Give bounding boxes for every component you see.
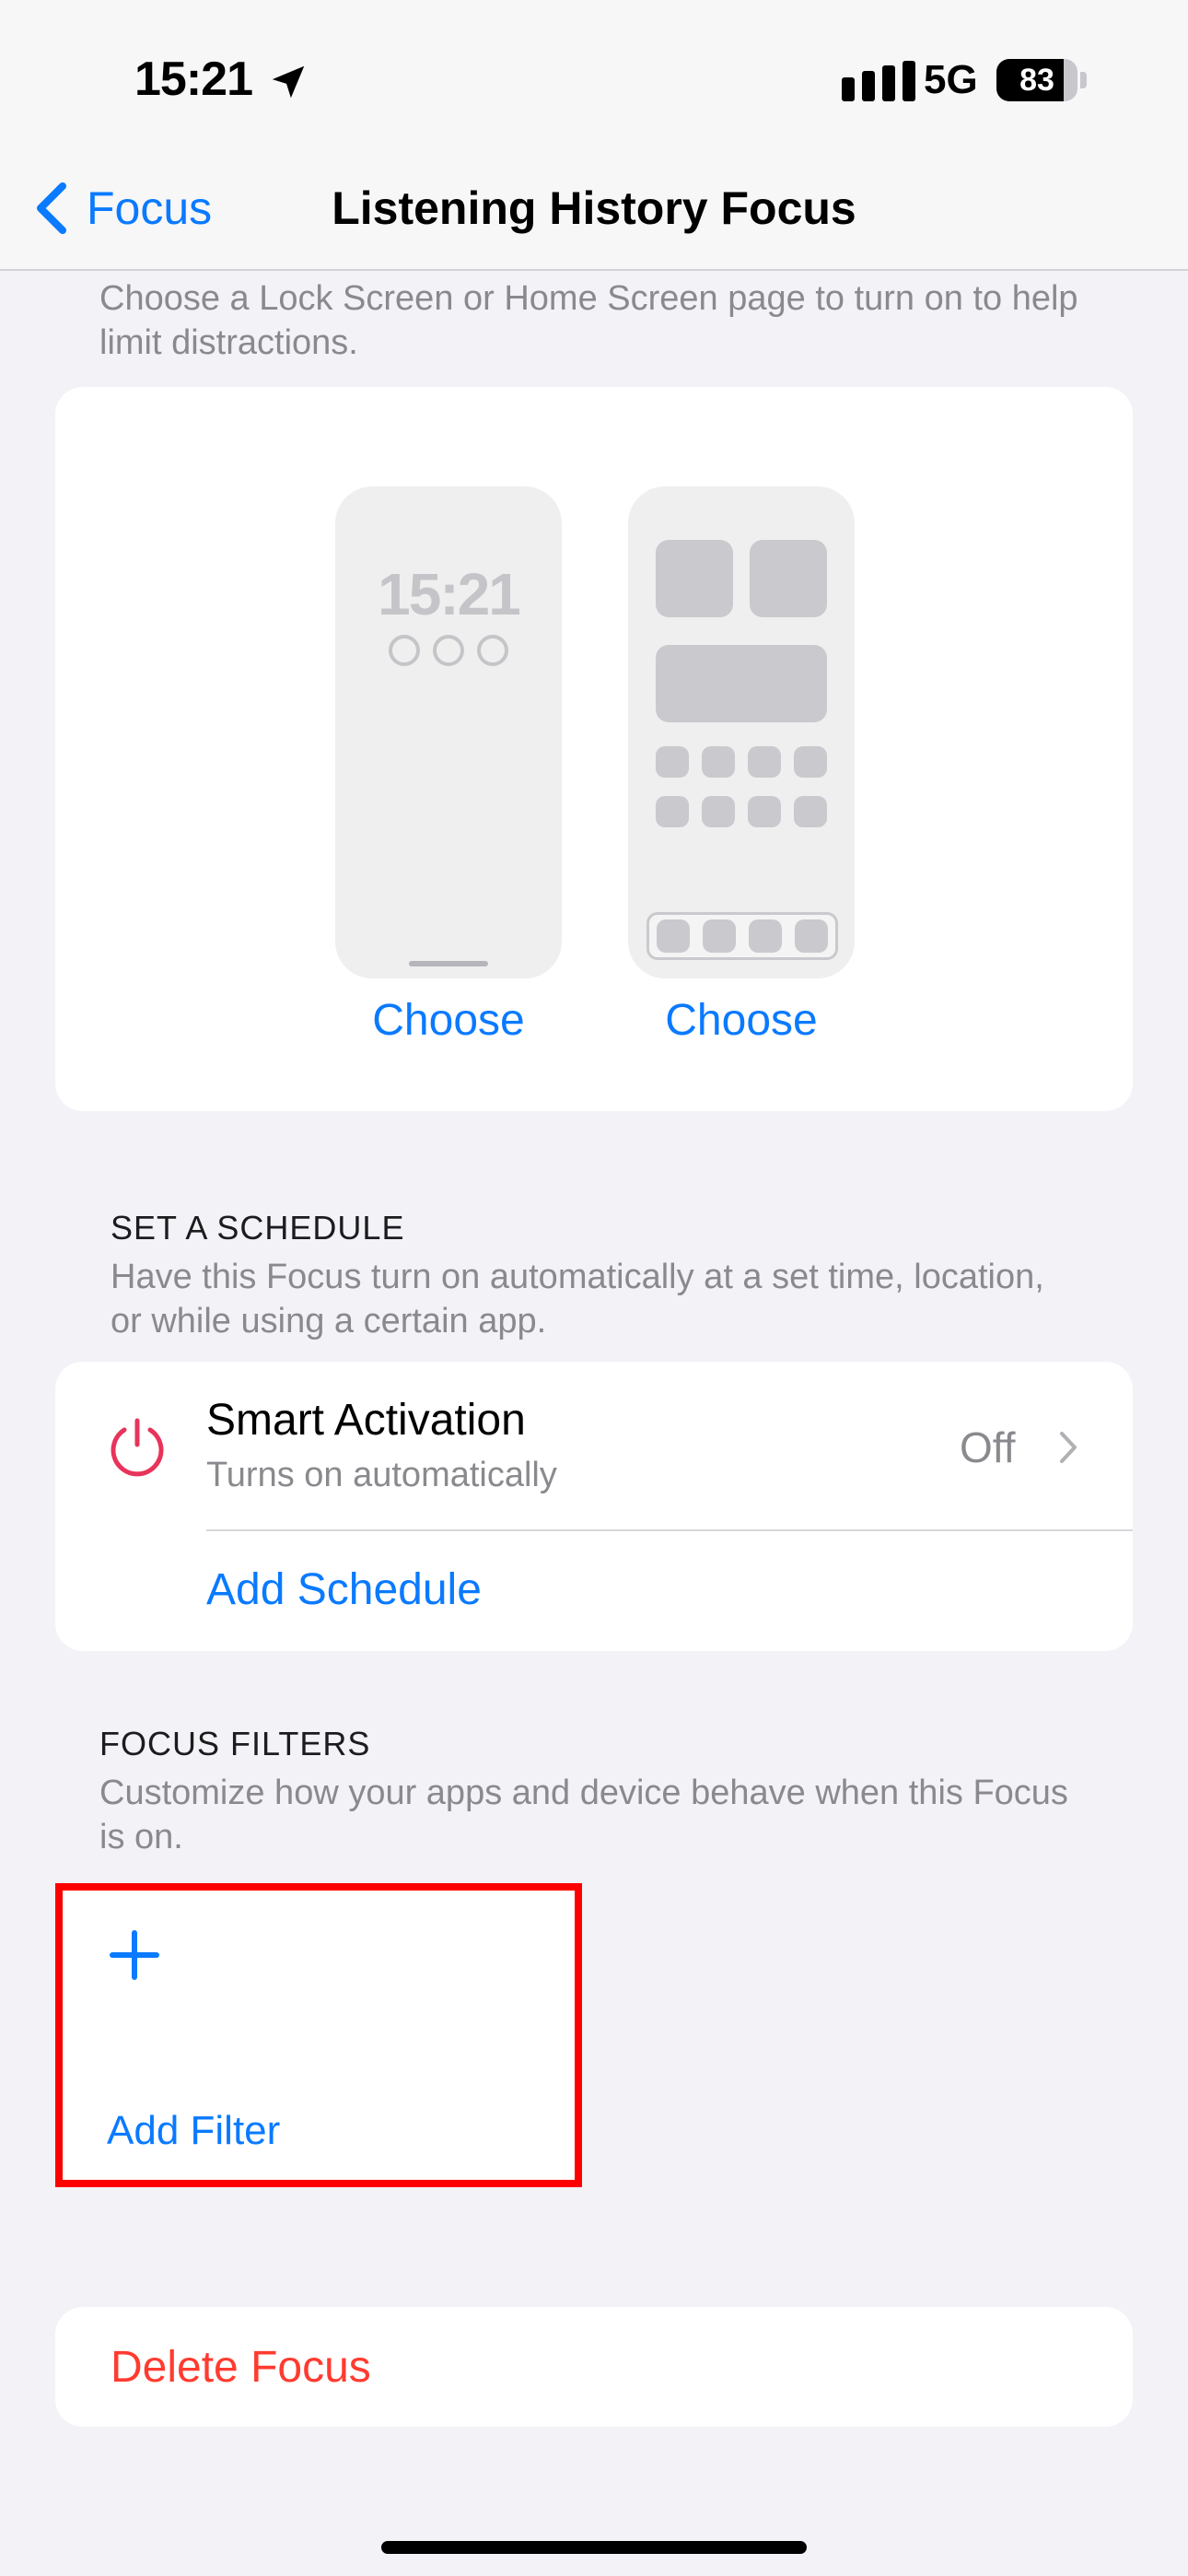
smart-activation-value: Off xyxy=(960,1423,1016,1471)
schedule-description: Have this Focus turn on automatically at… xyxy=(111,1258,1044,1341)
network-type: 5G xyxy=(924,57,978,102)
schedule-section-header: SET A SCHEDULE xyxy=(111,1209,405,1247)
smart-activation-subtitle: Turns on automatically xyxy=(206,1456,557,1494)
page-title: Listening History Focus xyxy=(332,182,856,234)
smart-activation-row[interactable]: Smart Activation Turns on automatically … xyxy=(55,1362,1133,1529)
row-divider xyxy=(206,1529,1133,1531)
battery-level: 83 xyxy=(1019,63,1054,98)
add-filter-tile[interactable]: Add Filter xyxy=(55,1883,582,2187)
plus-icon xyxy=(110,1930,159,1980)
lock-preview-widgets-icon xyxy=(389,635,508,666)
home-indicator-preview xyxy=(409,961,488,966)
smart-activation-title: Smart Activation xyxy=(206,1396,526,1445)
screens-description: Choose a Lock Screen or Home Screen page… xyxy=(99,279,1078,362)
cellular-signal-icon xyxy=(842,61,915,101)
chevron-right-icon xyxy=(1060,1432,1077,1463)
add-schedule-button[interactable]: Add Schedule xyxy=(206,1564,482,1615)
home-indicator[interactable] xyxy=(381,2541,807,2554)
power-icon xyxy=(111,1418,164,1477)
delete-focus-label: Delete Focus xyxy=(111,2343,371,2392)
lock-screen-preview[interactable]: 15:21 xyxy=(335,486,562,978)
filters-description: Customize how your apps and device behav… xyxy=(99,1774,1068,1856)
dock-preview xyxy=(646,912,838,960)
delete-focus-button[interactable]: Delete Focus xyxy=(55,2307,1133,2427)
home-screen-preview[interactable] xyxy=(628,486,855,978)
filters-section-header: FOCUS FILTERS xyxy=(99,1725,371,1762)
status-time: 15:21 xyxy=(134,53,253,106)
battery-icon: 83 xyxy=(996,59,1089,101)
choose-home-screen-button[interactable]: Choose xyxy=(628,995,855,1046)
location-arrow-icon xyxy=(272,65,305,99)
schedule-card: Smart Activation Turns on automatically … xyxy=(55,1362,1133,1651)
lock-preview-time: 15:21 xyxy=(378,561,521,627)
choose-lock-screen-button[interactable]: Choose xyxy=(335,995,562,1046)
screens-card: 15:21 Choose Choose xyxy=(55,387,1133,1111)
add-filter-label: Add Filter xyxy=(107,2108,281,2153)
